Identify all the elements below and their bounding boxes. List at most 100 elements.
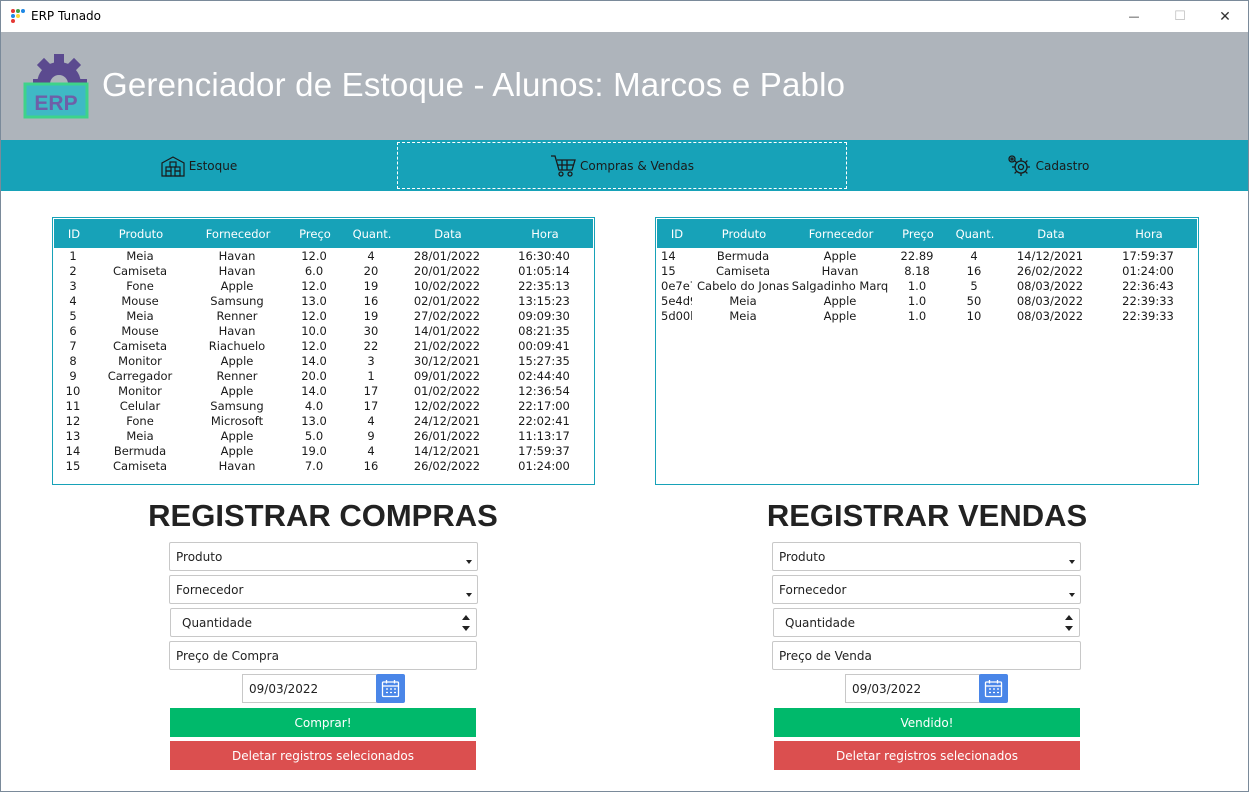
purchase-supplier-label: Fornecedor xyxy=(176,582,244,597)
table-cell: 08/03/2022 xyxy=(1016,294,1084,308)
minimize-button[interactable]: — xyxy=(1111,1,1157,32)
sales-column-header[interactable]: Fornecedor xyxy=(791,227,891,241)
table-cell: 2 xyxy=(69,264,77,278)
purchase-supplier-select[interactable]: Fornecedor xyxy=(169,575,478,604)
table-row[interactable]: 14 Bermuda Apple 19.0 4 14/12/2021 17:59:37 xyxy=(53,444,594,459)
table-cell: 5d00b xyxy=(661,309,692,323)
table-cell: Monitor xyxy=(118,384,162,398)
purchase-delete-button[interactable]: Deletar registros selecionados xyxy=(170,741,476,770)
table-row[interactable]: 9 Carregador Renner 20.0 1 09/01/2022 02:44:40 xyxy=(53,369,594,384)
table-cell: Apple xyxy=(823,249,857,263)
erp-logo: ERP xyxy=(23,54,89,120)
table-cell: 14.0 xyxy=(301,354,327,368)
sales-column-header[interactable]: Produto xyxy=(698,227,790,241)
table-row[interactable]: 2 Camiseta Havan 6.0 20 20/01/2022 01:05:14 xyxy=(53,264,594,279)
purchase-product-select[interactable]: Produto xyxy=(169,542,478,571)
purchases-column-header[interactable]: Hora xyxy=(500,227,590,241)
table-row[interactable]: 4 Mouse Samsung 13.0 16 02/01/2022 13:15:23 xyxy=(53,294,594,309)
table-cell: 16 xyxy=(363,459,379,473)
sales-column-header[interactable]: Hora xyxy=(1104,227,1194,241)
table-row[interactable]: 7 Camiseta Riachuelo 12.0 22 21/02/2022 00:09:… xyxy=(53,339,594,354)
table-cell: 13 xyxy=(65,429,81,443)
table-cell: 09:09:30 xyxy=(518,309,570,323)
table-row[interactable]: 5d00b Meia Apple 1.0 10 08/03/2022 22:39:33 xyxy=(656,309,1198,324)
sold-button[interactable]: Vendido! xyxy=(774,708,1080,737)
table-cell: Havan xyxy=(218,459,256,473)
sale-quantity-stepper[interactable]: Quantidade xyxy=(773,608,1080,637)
maximize-button[interactable]: ☐ xyxy=(1157,1,1203,32)
table-cell: 15:27:35 xyxy=(518,354,570,368)
purchases-column-header[interactable]: Data xyxy=(403,227,493,241)
sales-table[interactable]: ID Produto Fornecedor Preço Quant. Data Hora 1… xyxy=(655,217,1199,485)
purchases-column-header[interactable]: Produto xyxy=(96,227,186,241)
tab-estoque-label: Estoque xyxy=(188,158,238,173)
table-row[interactable]: 0e7e7 Cabelo do JonasSalgadinho Marq 1.0 5 0… xyxy=(656,279,1198,294)
table-cell: 22:35:13 xyxy=(518,279,570,293)
purchases-column-header[interactable]: ID xyxy=(56,227,92,241)
sales-column-header[interactable]: Data xyxy=(1006,227,1096,241)
purchase-quantity-stepper[interactable]: Quantidade xyxy=(170,608,477,637)
table-cell: 19.0 xyxy=(301,444,327,458)
table-row[interactable]: 14 Bermuda Apple 22.89 4 14/12/2021 17:59:37 xyxy=(656,249,1198,264)
purchases-column-header[interactable]: Fornecedor xyxy=(188,227,288,241)
table-cell: Riachuelo xyxy=(208,339,266,353)
table-cell: 1.0 xyxy=(907,294,927,308)
calendar-icon xyxy=(984,680,1003,698)
purchases-column-header[interactable]: Quant. xyxy=(350,227,394,241)
table-cell: 22 xyxy=(363,339,379,353)
sold-button-label: Vendido! xyxy=(900,715,954,730)
table-cell: 5.0 xyxy=(304,429,324,443)
table-row[interactable]: 13 Meia Apple 5.0 9 26/01/2022 11:13:17 xyxy=(53,429,594,444)
table-cell: 3 xyxy=(367,354,375,368)
maximize-icon: ☐ xyxy=(1174,9,1186,24)
table-row[interactable]: 6 Mouse Havan 10.0 30 14/01/2022 08:21:35 xyxy=(53,324,594,339)
table-cell: 01:24:00 xyxy=(1122,264,1174,278)
buy-button-label: Comprar! xyxy=(294,715,352,730)
table-cell: 10 xyxy=(966,309,982,323)
sale-supplier-select[interactable]: Fornecedor xyxy=(772,575,1081,604)
sale-price-input[interactable]: Preço de Venda xyxy=(772,641,1081,670)
sale-delete-label: Deletar registros selecionados xyxy=(836,748,1018,763)
sales-column-header[interactable]: Preço xyxy=(893,227,943,241)
table-cell: 8 xyxy=(69,354,77,368)
sale-date-input[interactable]: 09/03/2022 xyxy=(845,674,980,703)
table-row[interactable]: 5e4d9 Meia Apple 1.0 50 08/03/2022 22:39:33 xyxy=(656,294,1198,309)
table-cell: 17 xyxy=(363,384,379,398)
purchase-price-input[interactable]: Preço de Compra xyxy=(169,641,477,670)
tab-estoque[interactable]: Estoque xyxy=(1,142,397,189)
tab-cadastro[interactable]: Cadastro xyxy=(847,142,1248,189)
spin-arrows-icon[interactable] xyxy=(462,614,470,632)
table-cell: 6.0 xyxy=(304,264,324,278)
table-cell: Apple xyxy=(220,384,254,398)
sales-column-header[interactable]: ID xyxy=(659,227,695,241)
table-row[interactable]: 10 Monitor Apple 14.0 17 01/02/2022 12:36:54 xyxy=(53,384,594,399)
sales-column-header[interactable]: Quant. xyxy=(953,227,997,241)
sale-product-select[interactable]: Produto xyxy=(772,542,1081,571)
table-row[interactable]: 15 Camiseta Havan 7.0 16 26/02/2022 01:24:00 xyxy=(53,459,594,474)
main-nav: Estoque Compras & Vendas Cadastro xyxy=(1,140,1248,191)
gear-icon xyxy=(1008,154,1030,176)
purchase-calendar-button[interactable] xyxy=(376,674,405,703)
table-row[interactable]: 8 Monitor Apple 14.0 3 30/12/2021 15:27:35 xyxy=(53,354,594,369)
table-cell: 11:13:17 xyxy=(518,429,570,443)
close-button[interactable]: ✕ xyxy=(1202,1,1248,32)
table-row[interactable]: 1 Meia Havan 12.0 4 28/01/2022 16:30:40 xyxy=(53,249,594,264)
table-cell: Havan xyxy=(821,264,859,278)
purchases-column-header[interactable]: Preço xyxy=(290,227,340,241)
table-cell: 30/12/2021 xyxy=(413,354,481,368)
table-row[interactable]: 5 Meia Renner 12.0 19 27/02/2022 09:09:30 xyxy=(53,309,594,324)
purchases-table[interactable]: ID Produto Fornecedor Preço Quant. Data Hora 1… xyxy=(52,217,595,485)
purchase-date-input[interactable]: 09/03/2022 xyxy=(242,674,377,703)
spin-arrows-icon[interactable] xyxy=(1065,614,1073,632)
buy-button[interactable]: Comprar! xyxy=(170,708,476,737)
table-row[interactable]: 12 Fone Microsoft 13.0 4 24/12/2021 22:02:41 xyxy=(53,414,594,429)
table-cell: 5 xyxy=(69,309,77,323)
table-cell: 08:21:35 xyxy=(518,324,570,338)
table-row[interactable]: 3 Fone Apple 12.0 19 10/02/2022 22:35:13 xyxy=(53,279,594,294)
table-row[interactable]: 15 Camiseta Havan 8.18 16 26/02/2022 01:24:00 xyxy=(656,264,1198,279)
table-row[interactable]: 11 Celular Samsung 4.0 17 12/02/2022 22:17:00 xyxy=(53,399,594,414)
sale-calendar-button[interactable] xyxy=(979,674,1008,703)
sale-delete-button[interactable]: Deletar registros selecionados xyxy=(774,741,1080,770)
tab-compras-vendas[interactable]: Compras & Vendas xyxy=(397,142,847,189)
table-cell: Apple xyxy=(220,354,254,368)
